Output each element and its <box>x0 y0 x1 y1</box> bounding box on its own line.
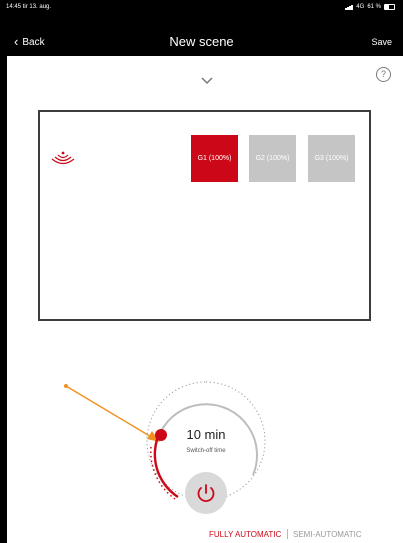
room-layout: G1 (100%) G2 (100%) G3 (100%) <box>38 110 371 321</box>
power-icon <box>197 484 215 502</box>
network-label: 4G <box>356 4 365 10</box>
status-indicators: 4G 61 % <box>345 4 395 10</box>
status-time: 14:45 tir 13. aug. <box>6 4 51 10</box>
chevron-down-icon[interactable] <box>200 76 214 86</box>
mode-fully-automatic[interactable]: FULLY AUTOMATIC <box>209 530 281 539</box>
mode-divider <box>287 529 288 539</box>
signal-icon <box>345 4 353 10</box>
help-icon[interactable]: ? <box>376 67 391 82</box>
timer-value: 10 min <box>186 427 226 442</box>
save-button[interactable]: Save <box>371 37 392 47</box>
status-bar: 14:45 tir 13. aug. 4G 61 % <box>0 0 403 16</box>
sensor-icon[interactable] <box>51 150 75 166</box>
battery-percent: 61 % <box>367 4 381 10</box>
group-tile-g3[interactable]: G3 (100%) <box>308 135 355 182</box>
group-tile-g1[interactable]: G1 (100%) <box>191 135 238 182</box>
scene-editor: ? G1 (100%) G2 (100%) G3 (100%) 10 min S… <box>7 56 403 543</box>
status-clock: 14:45 <box>6 4 22 10</box>
group-tile-g2[interactable]: G2 (100%) <box>249 135 296 182</box>
mode-semi-automatic[interactable]: SEMI-AUTOMATIC <box>293 530 362 539</box>
navigation-bar: ‹ Back New scene Save <box>0 30 403 56</box>
status-date: tir 13. aug. <box>22 4 52 10</box>
battery-icon <box>384 4 395 10</box>
timer-label: Switch-off time <box>186 448 226 454</box>
power-button[interactable] <box>185 472 227 514</box>
page-title: New scene <box>169 34 234 49</box>
